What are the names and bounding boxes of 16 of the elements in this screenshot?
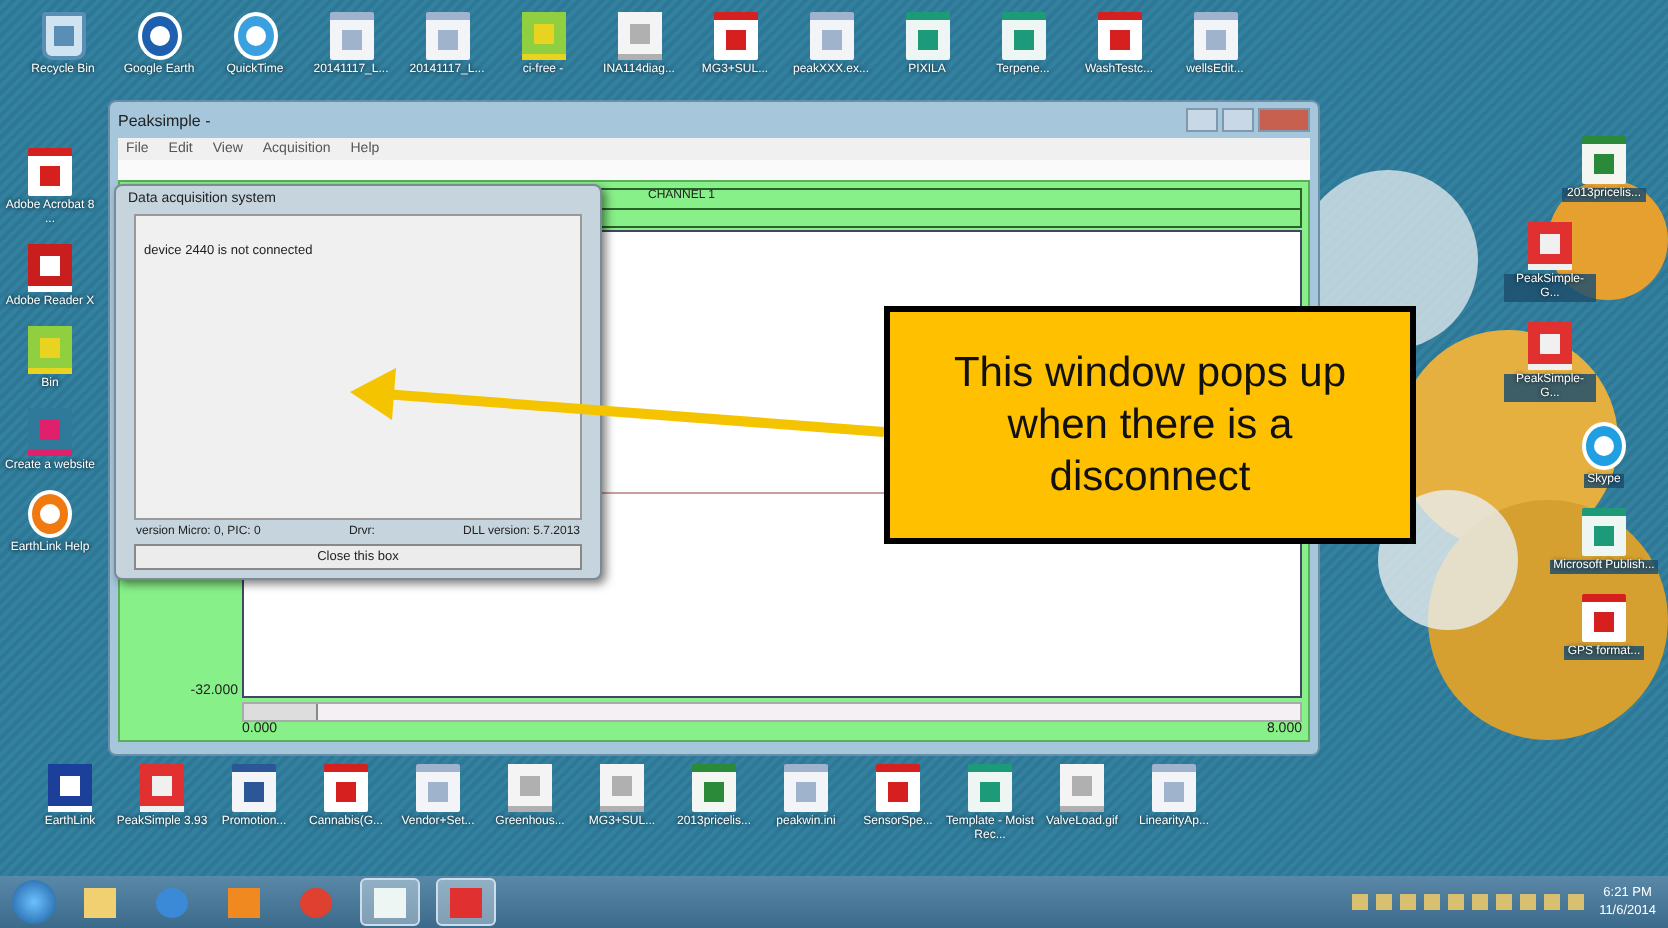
recycle-bin-icon[interactable]: [41, 12, 85, 60]
document-icon[interactable]: [425, 12, 469, 60]
maximize-button[interactable]: [1222, 108, 1254, 132]
system-tray-icons[interactable]: [1351, 894, 1584, 910]
document-icon[interactable]: [1193, 12, 1237, 60]
window-title: Peaksimple -: [118, 111, 211, 129]
document-icon[interactable]: [809, 12, 853, 60]
start-button[interactable]: [12, 880, 56, 924]
scroll-bar[interactable]: [242, 702, 1302, 722]
app-icon[interactable]: [521, 12, 565, 60]
taskbar-button[interactable]: [360, 878, 420, 926]
image-file-icon[interactable]: [617, 12, 661, 60]
taskbar-button[interactable]: [436, 878, 496, 926]
document-icon[interactable]: [329, 12, 373, 60]
callout-text: This window pops up when there is a disconnect: [951, 347, 1349, 503]
minimize-button[interactable]: [1186, 108, 1218, 132]
